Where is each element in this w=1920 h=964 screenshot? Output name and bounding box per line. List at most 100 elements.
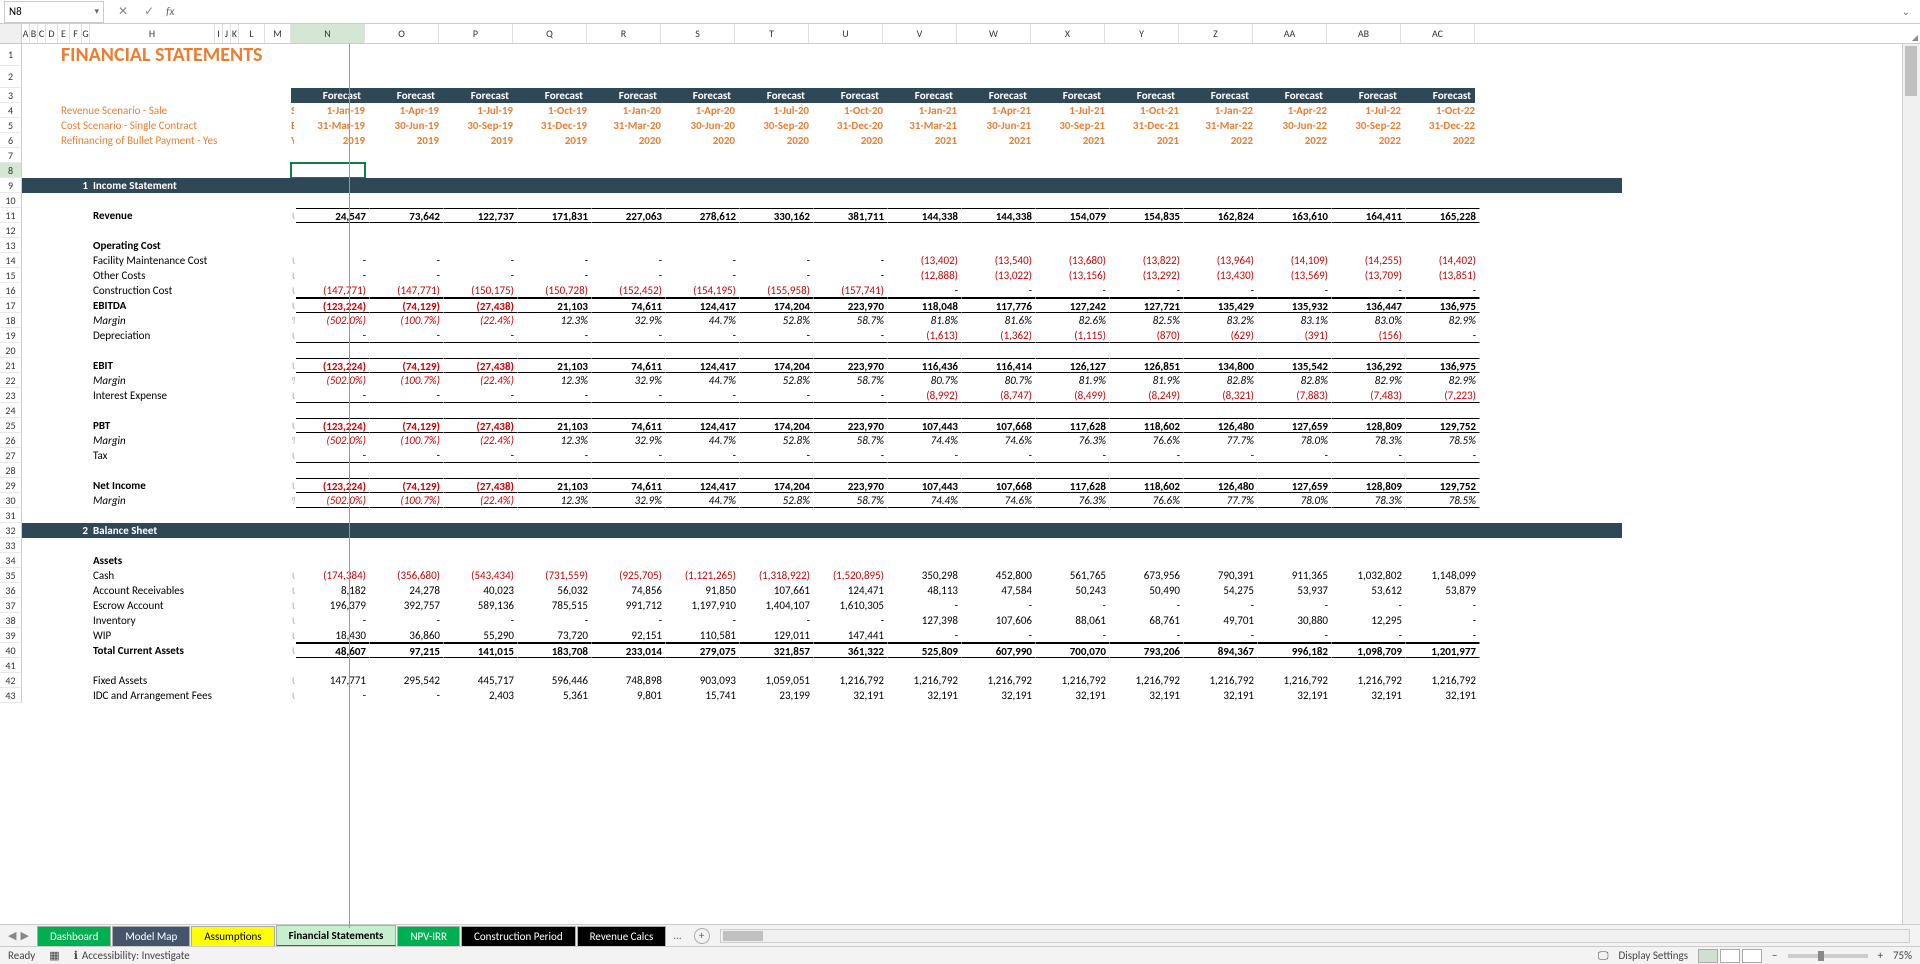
cell-ebit-0[interactable]: (123,224)	[296, 358, 370, 373]
label-tca[interactable]: Total Current Assets	[90, 643, 289, 658]
period-year-15[interactable]: 2022	[1405, 133, 1479, 148]
cell-ebitm-1[interactable]: (100.7%)	[370, 373, 444, 388]
cell-dep-2[interactable]: -	[444, 328, 518, 343]
display-settings-label[interactable]: Display Settings	[1618, 949, 1688, 962]
cell-idc-14[interactable]: 32,191	[1332, 688, 1406, 703]
cell-dep-0[interactable]: -	[296, 328, 370, 343]
row-header-43[interactable]: 43	[0, 688, 22, 703]
cell-fa-14[interactable]: 1,216,792	[1332, 673, 1406, 688]
cell-dep-4[interactable]: -	[592, 328, 666, 343]
cell-wip-5[interactable]: 110,581	[666, 628, 740, 643]
cell-cash-15[interactable]: 1,148,099	[1406, 568, 1480, 583]
cell-revenue-4[interactable]: 227,063	[592, 208, 666, 223]
cell-nim-1[interactable]: (100.7%)	[370, 493, 444, 508]
period-start-5[interactable]: 1-Apr-20	[665, 103, 739, 118]
row-header-25[interactable]: 25	[0, 418, 22, 433]
cell-tax-12[interactable]: -	[1184, 448, 1258, 463]
cell-dep-12[interactable]: (629)	[1184, 328, 1258, 343]
row-header-31[interactable]: 31	[0, 508, 22, 523]
period-forecast-15[interactable]: Forecast	[1401, 88, 1475, 103]
cell-idc-7[interactable]: 32,191	[814, 688, 888, 703]
cell-wip-2[interactable]: 55,290	[444, 628, 518, 643]
cell-tca-15[interactable]: 1,201,977	[1406, 643, 1480, 658]
cell-constr-8[interactable]: -	[888, 283, 962, 298]
label-margin[interactable]: Margin	[90, 433, 289, 448]
col-header-Z[interactable]: Z	[1179, 24, 1253, 43]
cell-ebit-1[interactable]: (74,129)	[370, 358, 444, 373]
period-end-13[interactable]: 30-Jun-22	[1257, 118, 1331, 133]
cell-idc-0[interactable]: -	[296, 688, 370, 703]
cell-nim-2[interactable]: (22.4%)	[444, 493, 518, 508]
cell-dep-14[interactable]: (156)	[1332, 328, 1406, 343]
cell-revenue-15[interactable]: 165,228	[1406, 208, 1480, 223]
cell-tax-15[interactable]: -	[1406, 448, 1480, 463]
row-header-1[interactable]: 1	[0, 44, 22, 66]
col-header-V[interactable]: V	[883, 24, 957, 43]
cell-cash-8[interactable]: 350,298	[888, 568, 962, 583]
cell-nim-11[interactable]: 76.6%	[1110, 493, 1184, 508]
cell-intexp-7[interactable]: -	[814, 388, 888, 403]
row-header-20[interactable]: 20	[0, 343, 22, 358]
cell-ebitdam-2[interactable]: (22.4%)	[444, 313, 518, 328]
cell-ebitm-14[interactable]: 82.9%	[1332, 373, 1406, 388]
cell-tca-4[interactable]: 233,014	[592, 643, 666, 658]
label-margin[interactable]: Margin	[90, 493, 289, 508]
tab-dashboard[interactable]: Dashboard	[37, 926, 111, 946]
cell-tca-13[interactable]: 996,182	[1258, 643, 1332, 658]
cell-ebitda-6[interactable]: 174,204	[740, 298, 814, 313]
cell-ni-10[interactable]: 117,628	[1036, 478, 1110, 493]
cell-other-8[interactable]: (12,888)	[888, 268, 962, 283]
cell-ebitda-5[interactable]: 124,417	[666, 298, 740, 313]
row-header-15[interactable]: 15	[0, 268, 22, 283]
col-header-O[interactable]: O	[365, 24, 439, 43]
cell-ar-15[interactable]: 53,879	[1406, 583, 1480, 598]
cell-ebitda-2[interactable]: (27,438)	[444, 298, 518, 313]
unit-wip[interactable]: US$000	[289, 628, 296, 643]
period-year-13[interactable]: 2022	[1257, 133, 1331, 148]
cell-fa-6[interactable]: 1,059,051	[740, 673, 814, 688]
cell-dep-13[interactable]: (391)	[1258, 328, 1332, 343]
unit-inv[interactable]: US$000	[289, 613, 296, 628]
cell-ni-1[interactable]: (74,129)	[370, 478, 444, 493]
col-header-AB[interactable]: AB	[1327, 24, 1401, 43]
cell-ni-5[interactable]: 124,417	[666, 478, 740, 493]
cell-nim-13[interactable]: 78.0%	[1258, 493, 1332, 508]
row-header-17[interactable]: 17	[0, 298, 22, 313]
row-header-10[interactable]: 10	[0, 193, 22, 208]
cell-other-4[interactable]: -	[592, 268, 666, 283]
accessibility-icon[interactable]: ℹ	[74, 949, 78, 962]
row-header-24[interactable]: 24	[0, 403, 22, 418]
label-year[interactable]: Year	[288, 133, 295, 148]
cell-intexp-4[interactable]: -	[592, 388, 666, 403]
cell-constr-9[interactable]: -	[962, 283, 1036, 298]
cell-revenue-3[interactable]: 171,831	[518, 208, 592, 223]
cell-escrow-4[interactable]: 991,712	[592, 598, 666, 613]
scenario-refi[interactable]: Refinancing of Bullet Payment - Yes	[58, 133, 288, 148]
row-header-16[interactable]: 16	[0, 283, 22, 298]
cell-pbt-1[interactable]: (74,129)	[370, 418, 444, 433]
period-start-2[interactable]: 1-Jul-19	[443, 103, 517, 118]
cell-wip-3[interactable]: 73,720	[518, 628, 592, 643]
cell-intexp-12[interactable]: (8,321)	[1184, 388, 1258, 403]
cell-cash-0[interactable]: (174,384)	[296, 568, 370, 583]
cell-tax-14[interactable]: -	[1332, 448, 1406, 463]
cell-revenue-0[interactable]: 24,547	[296, 208, 370, 223]
cell-ebitdam-1[interactable]: (100.7%)	[370, 313, 444, 328]
cell-pbt-8[interactable]: 107,443	[888, 418, 962, 433]
period-end-4[interactable]: 31-Mar-20	[591, 118, 665, 133]
col-header-B[interactable]: B	[30, 24, 38, 43]
period-start-15[interactable]: 1-Oct-22	[1405, 103, 1479, 118]
row-header-14[interactable]: 14	[0, 253, 22, 268]
cell-pbt-4[interactable]: 74,611	[592, 418, 666, 433]
tab-more[interactable]: ...	[667, 926, 687, 945]
row-header-7[interactable]: 7	[0, 148, 22, 163]
cell-nim-12[interactable]: 77.7%	[1184, 493, 1258, 508]
row-header-8[interactable]: 8	[0, 163, 22, 178]
cell-fmc-3[interactable]: -	[518, 253, 592, 268]
cell-pbtm-8[interactable]: 74.4%	[888, 433, 962, 448]
cell-ebitdam-6[interactable]: 52.8%	[740, 313, 814, 328]
cell-cash-1[interactable]: (356,680)	[370, 568, 444, 583]
period-forecast-3[interactable]: Forecast	[513, 88, 587, 103]
cell-pbt-15[interactable]: 129,752	[1406, 418, 1480, 433]
cell-cash-5[interactable]: (1,121,265)	[666, 568, 740, 583]
